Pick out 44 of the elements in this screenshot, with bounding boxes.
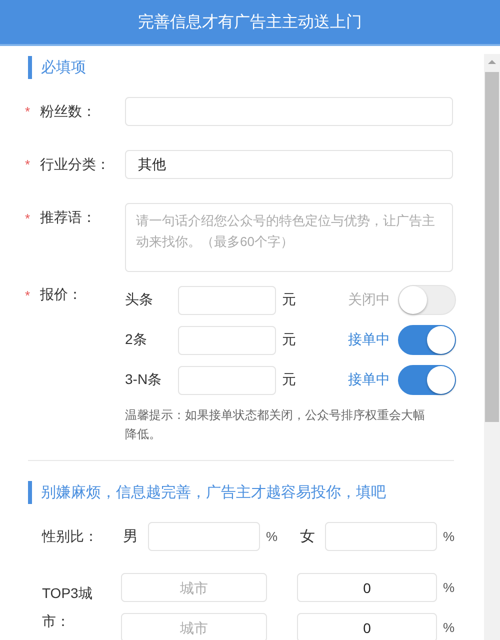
city-input[interactable]: 城市: [121, 573, 267, 602]
unit-label: %: [443, 529, 456, 544]
required-mark: *: [25, 288, 32, 302]
required-mark: *: [25, 104, 32, 119]
status-label: 关闭中: [348, 291, 391, 309]
scrollbar-thumb[interactable]: [485, 72, 499, 422]
field-label: 推荐语：: [40, 209, 96, 227]
gender-label: 男: [123, 527, 139, 546]
field-label: 性别比：: [42, 528, 98, 546]
percent-input[interactable]: 0: [297, 573, 437, 602]
status-label: 接单中: [348, 371, 391, 389]
industry-field[interactable]: 其他: [125, 150, 453, 179]
unit-label: %: [443, 620, 455, 635]
status-label: 接单中: [348, 331, 391, 349]
city-input[interactable]: 城市: [121, 613, 267, 640]
hint-text: 温馨提示：如果接单状态都关闭，公众号排序权重会大幅降低。: [125, 407, 425, 443]
required-mark: *: [25, 210, 32, 226]
price-input[interactable]: [178, 366, 276, 394]
field-label: 粉丝数：: [40, 102, 96, 120]
unit-label: 元: [282, 331, 297, 349]
price-label: 3-N条: [125, 371, 163, 389]
field-label: 报价：: [40, 286, 82, 304]
percent-input[interactable]: [148, 522, 260, 551]
toggle-switch[interactable]: [398, 325, 456, 355]
gender-label: 女: [300, 527, 316, 546]
field-label: 行业分类：: [40, 156, 110, 174]
unit-label: 元: [282, 371, 297, 389]
header-title: 完善信息才有广告主主动送上门: [138, 12, 362, 32]
price-input[interactable]: [178, 286, 276, 314]
required-mark: *: [25, 157, 32, 172]
percent-input[interactable]: [325, 522, 437, 551]
field-label: TOP3城市：: [42, 584, 94, 631]
price-label: 2条: [125, 331, 148, 349]
unit-label: 元: [282, 291, 297, 309]
recommendation-field[interactable]: 请一句话介绍您公众号的特色定位与优势，让广告主动来找你。（最多60个字）: [125, 203, 453, 272]
section-title: 别嫌麻烦，信息越完善，广告主才越容易投你，填吧: [28, 481, 386, 504]
percent-input[interactable]: 0: [297, 613, 437, 640]
toggle-switch[interactable]: [398, 365, 456, 395]
unit-label: %: [266, 529, 279, 544]
price-label: 头条: [125, 291, 154, 309]
price-input[interactable]: [178, 326, 276, 354]
section-title: 必填项: [28, 56, 86, 79]
fans-input[interactable]: [125, 97, 453, 126]
unit-label: %: [443, 580, 455, 595]
